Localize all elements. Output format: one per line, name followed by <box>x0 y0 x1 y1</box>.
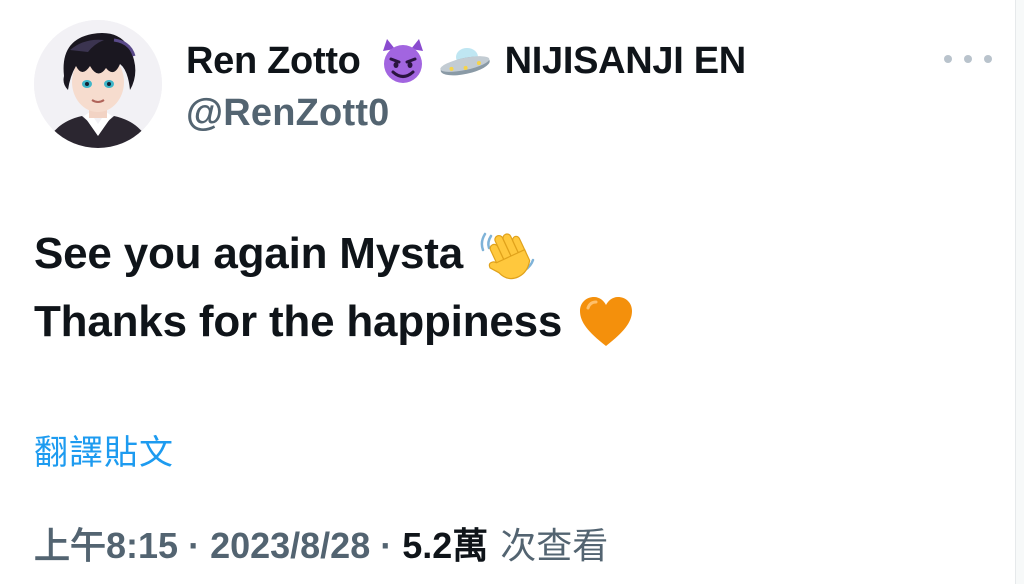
author-affiliation: NIJISANJI EN <box>504 39 747 82</box>
more-dots-icon <box>944 55 952 63</box>
views-count: 5.2萬 <box>402 525 489 566</box>
views-label: 次查看 <box>500 525 609 566</box>
avatar-illustration <box>34 20 162 148</box>
tweet-meta: 上午8:15 · 2023/8/28 · 5.2萬 次查看 <box>34 517 608 569</box>
avatar[interactable] <box>34 20 162 148</box>
more-options-button[interactable] <box>944 48 992 70</box>
meta-separator: · <box>380 525 393 566</box>
tweet-time[interactable]: 上午8:15 <box>34 517 178 569</box>
more-dots-icon <box>964 55 972 63</box>
waving-hand-emoji-icon <box>479 226 539 282</box>
translate-post-link[interactable]: 翻譯貼文 <box>34 425 174 474</box>
scrollbar-track[interactable] <box>1015 0 1024 584</box>
author-display-name[interactable]: Ren Zotto <box>186 40 361 83</box>
smiling-devil-emoji-icon <box>375 37 431 85</box>
tweet-line-2-text: Thanks for the happiness <box>34 297 563 346</box>
author-name-row[interactable]: Ren Zotto NIJISANJI EN <box>186 36 746 86</box>
tweet-line-1-text: See you again Mysta <box>34 229 464 278</box>
author-handle[interactable]: @RenZott0 <box>186 92 390 135</box>
more-dots-icon <box>984 55 992 63</box>
tweet-date[interactable]: 2023/8/28 <box>210 525 370 567</box>
tweet-text: See you again Mysta Thanks for the happi… <box>34 220 634 356</box>
flying-saucer-emoji-icon <box>437 37 493 85</box>
orange-heart-emoji-icon <box>578 296 634 348</box>
tweet-line-2: Thanks for the happiness <box>34 288 634 356</box>
tweet-line-1: See you again Mysta <box>34 220 634 288</box>
tweet-detail: Ren Zotto NIJISANJI EN @RenZott0 See you… <box>0 0 1015 584</box>
meta-separator: · <box>188 525 201 566</box>
